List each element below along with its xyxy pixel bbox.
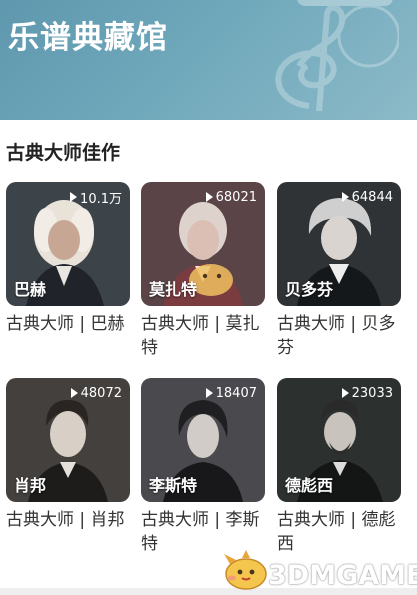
album-card-debussy[interactable]: 23033 德彪西 古典大师 | 德彪西 xyxy=(277,378,401,558)
play-count-value: 48072 xyxy=(80,385,122,401)
play-count: 64844 xyxy=(341,188,393,206)
album-thumbnail[interactable]: 23033 德彪西 xyxy=(277,378,401,502)
album-thumbnail[interactable]: 10.1万 巴赫 xyxy=(6,182,130,306)
play-count-value: 68021 xyxy=(215,189,257,205)
composer-name: 巴赫 xyxy=(14,280,47,299)
album-caption[interactable]: 古典大师 | 巴赫 xyxy=(6,312,130,336)
composer-name: 肖邦 xyxy=(14,476,47,495)
section-title: 古典大师佳作 xyxy=(6,142,121,164)
album-thumbnail[interactable]: 18407 李斯特 xyxy=(141,378,265,502)
composer-name: 莫扎特 xyxy=(149,280,198,299)
play-icon xyxy=(205,192,213,202)
album-thumbnail[interactable]: 48072 肖邦 xyxy=(6,378,130,502)
album-caption[interactable]: 古典大师 | 贝多芬 xyxy=(277,312,401,360)
play-count-value: 23033 xyxy=(351,385,393,401)
play-icon xyxy=(70,192,78,202)
album-card-chopin[interactable]: 48072 肖邦 古典大师 | 肖邦 xyxy=(6,378,130,558)
album-card-mozart[interactable]: 68021 莫扎特 古典大师 | 莫扎特 xyxy=(141,182,265,362)
play-count-value: 10.1万 xyxy=(80,191,122,207)
play-icon xyxy=(70,388,78,398)
composer-name: 贝多芬 xyxy=(285,280,334,299)
album-card-liszt[interactable]: 18407 李斯特 古典大师 | 李斯特 xyxy=(141,378,265,558)
album-card-beethoven[interactable]: 64844 贝多芬 古典大师 | 贝多芬 xyxy=(277,182,401,362)
page-header: 乐谱典藏馆 xyxy=(0,0,417,120)
album-card-bach[interactable]: 10.1万 巴赫 古典大师 | 巴赫 xyxy=(6,182,130,362)
play-count: 23033 xyxy=(341,384,393,402)
album-thumbnail[interactable]: 64844 贝多芬 xyxy=(277,182,401,306)
composer-name: 德彪西 xyxy=(285,476,334,495)
play-icon xyxy=(341,192,349,202)
treble-clef-decoration-icon xyxy=(275,6,399,112)
main-content: 古典大师佳作 10.1万 巴赫 古典大师 | 巴赫 68021 莫扎特 古典大师… xyxy=(0,120,417,590)
album-caption[interactable]: 古典大师 | 肖邦 xyxy=(6,508,130,532)
play-icon xyxy=(341,388,349,398)
watermark-mascot-icon xyxy=(224,550,267,590)
album-caption[interactable]: 古典大师 | 德彪西 xyxy=(277,508,401,556)
album-caption[interactable]: 古典大师 | 莫扎特 xyxy=(141,312,265,360)
page-title: 乐谱典藏馆 xyxy=(8,20,168,56)
play-count-value: 64844 xyxy=(351,189,393,205)
composer-name: 李斯特 xyxy=(149,476,198,495)
watermark-text: 3DMGAME xyxy=(268,560,417,591)
play-count-value: 18407 xyxy=(215,385,257,401)
play-count: 10.1万 xyxy=(70,188,122,207)
play-icon xyxy=(205,388,213,398)
album-thumbnail[interactable]: 68021 莫扎特 xyxy=(141,182,265,306)
play-count: 48072 xyxy=(70,384,122,402)
play-count: 68021 xyxy=(205,188,257,206)
play-count: 18407 xyxy=(205,384,257,402)
